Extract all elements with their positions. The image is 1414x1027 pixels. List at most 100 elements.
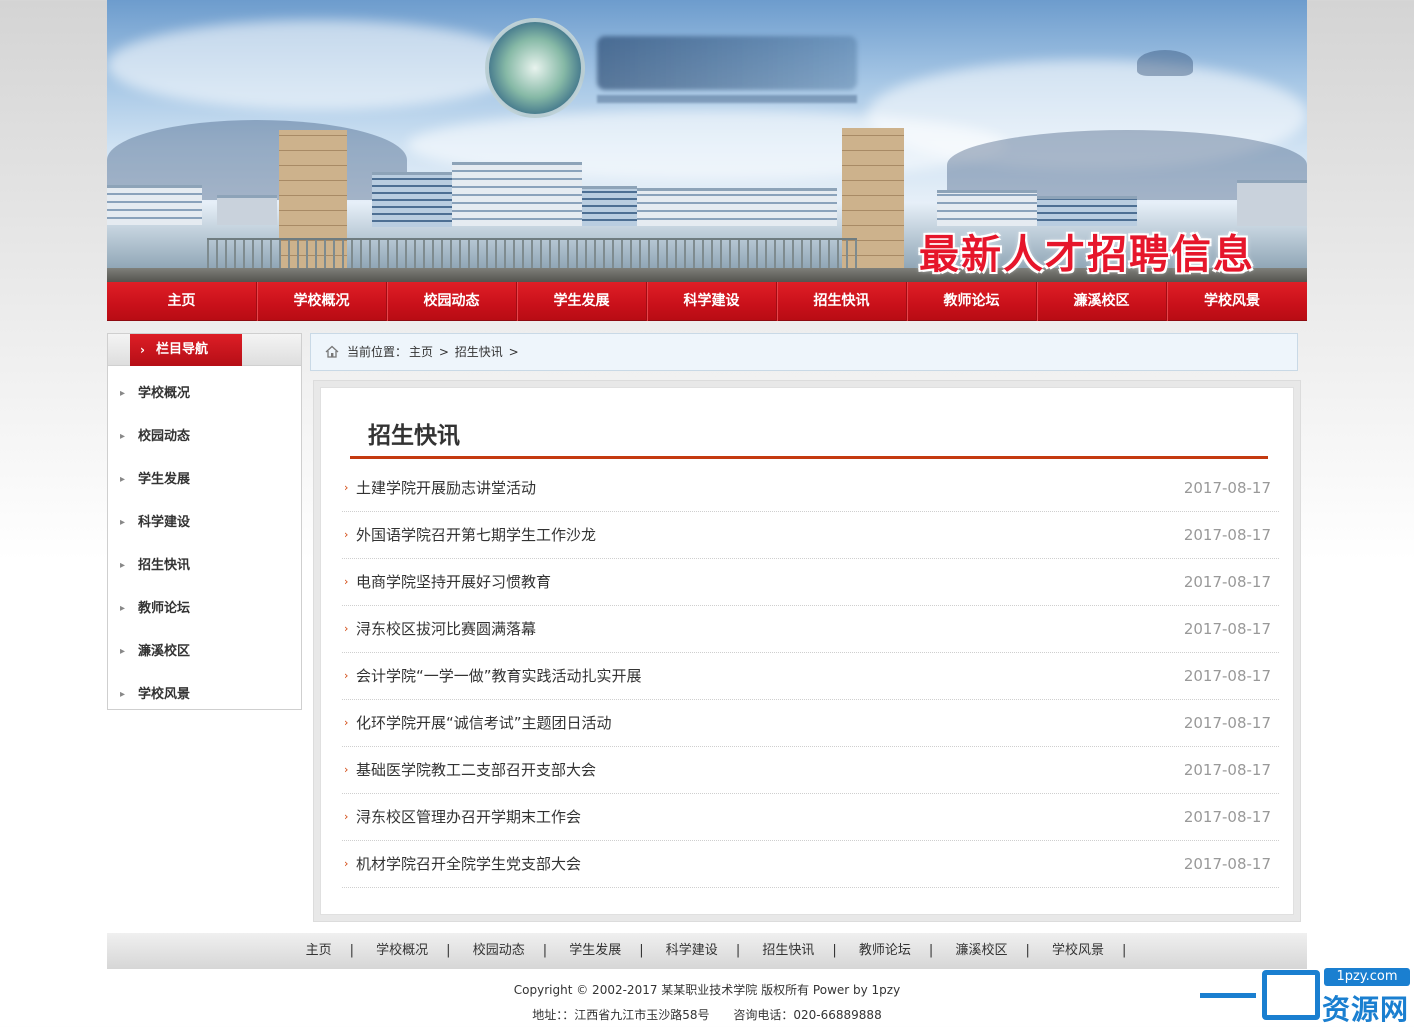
- footer-separator: |: [639, 943, 644, 958]
- sidebar-header: › 栏目导航: [108, 334, 301, 366]
- building-graphic: [107, 185, 202, 225]
- sidebar-item-admissions-news[interactable]: ▸ 招生快讯: [108, 544, 301, 587]
- footer-separator: |: [1025, 943, 1030, 958]
- arrow-bullet-icon: ›: [344, 622, 349, 635]
- sidebar-title: 栏目导航: [156, 342, 209, 357]
- nav-item-science-construction[interactable]: 科学建设: [647, 282, 777, 321]
- news-title-link[interactable]: 土建学院开展励志讲堂活动: [356, 479, 536, 497]
- nav-item-admissions-news[interactable]: 招生快讯: [777, 282, 907, 321]
- footer-link-teacher-forum[interactable]: 教师论坛: [841, 943, 929, 958]
- building-graphic: [937, 190, 1037, 226]
- arrow-bullet-icon: ▸: [120, 560, 126, 571]
- phone-text: 咨询电话：020-66889888: [733, 1008, 882, 1022]
- sidebar-item-label: 学生发展: [138, 472, 191, 487]
- footer-link-science-construction[interactable]: 科学建设: [648, 943, 736, 958]
- sidebar: › 栏目导航 ▸ 学校概况 ▸ 校园动态 ▸ 学生发展 ▸ 科学建设 ▸ 招生快讯 ▸ 教师…: [107, 333, 302, 710]
- sidebar-item-label: 濂溪校区: [138, 644, 191, 659]
- building-graphic: [372, 172, 452, 227]
- arrow-bullet-icon: ›: [344, 857, 349, 870]
- news-title-link[interactable]: 外国语学院召开第七期学生工作沙龙: [356, 526, 596, 544]
- footer-link-admissions-news[interactable]: 招生快讯: [744, 943, 832, 958]
- nav-item-lianxi-campus[interactable]: 濂溪校区: [1037, 282, 1167, 321]
- school-name-logo: [597, 36, 857, 90]
- footer-link-school-overview[interactable]: 学校概况: [358, 943, 446, 958]
- address-text: 地址：：江西省九江市玉沙路58号: [532, 1008, 710, 1022]
- sidebar-menu: ▸ 学校概况 ▸ 校园动态 ▸ 学生发展 ▸ 科学建设 ▸ 招生快讯 ▸ 教师论坛 ▸ 濂溪校…: [108, 366, 301, 716]
- gate-fence: [207, 238, 857, 268]
- news-date: 2017-08-17: [1183, 620, 1271, 638]
- logo-subtitle-graphic: [597, 95, 857, 103]
- sidebar-item-label: 学校概况: [138, 386, 191, 401]
- sidebar-item-label: 教师论坛: [138, 601, 191, 616]
- sidebar-item-science-construction[interactable]: ▸ 科学建设: [108, 501, 301, 544]
- news-title-link[interactable]: 浔东校区管理办召开学期末工作会: [356, 808, 581, 826]
- arrow-bullet-icon: ▸: [120, 646, 126, 657]
- news-date: 2017-08-17: [1183, 808, 1271, 826]
- list-item: › 基础医学院教工二支部召开支部大会 2017-08-17: [342, 747, 1279, 794]
- sidebar-item-teacher-forum[interactable]: ▸ 教师论坛: [108, 587, 301, 630]
- news-title-link[interactable]: 基础医学院教工二支部召开支部大会: [356, 761, 596, 779]
- arrow-bullet-icon: ▸: [120, 517, 126, 528]
- building-graphic: [217, 195, 277, 225]
- nav-item-campus-news[interactable]: 校园动态: [387, 282, 517, 321]
- sidebar-item-campus-news[interactable]: ▸ 校园动态: [108, 415, 301, 458]
- header-banner: 最新人才招聘信息: [107, 0, 1307, 282]
- news-title-link[interactable]: 化环学院开展“诚信考试”主题团日活动: [356, 714, 612, 732]
- list-item: › 电商学院坚持开展好习惯教育 2017-08-17: [342, 559, 1279, 606]
- breadcrumb-separator: >: [438, 345, 449, 359]
- news-date: 2017-08-17: [1183, 714, 1271, 732]
- sidebar-item-student-development[interactable]: ▸ 学生发展: [108, 458, 301, 501]
- title-divider: [350, 456, 1268, 459]
- footer-separator: |: [735, 943, 741, 958]
- recruitment-slogan: 最新人才招聘信息: [919, 232, 1255, 278]
- news-date: 2017-08-17: [1183, 573, 1271, 591]
- list-item: › 土建学院开展励志讲堂活动 2017-08-17: [342, 465, 1279, 512]
- footer-separator: |: [832, 943, 837, 958]
- building-graphic: [452, 162, 582, 226]
- arrow-bullet-icon: ›: [344, 763, 349, 776]
- arrow-bullet-icon: ›: [344, 575, 349, 588]
- footer-separator: |: [349, 943, 355, 958]
- watermark-url: 1pzy.com: [1324, 968, 1410, 986]
- news-title-link[interactable]: 电商学院坚持开展好习惯教育: [356, 573, 551, 591]
- news-title-link[interactable]: 机材学院召开全院学生党支部大会: [356, 855, 581, 873]
- chevron-right-icon: ›: [140, 343, 145, 357]
- news-title-link[interactable]: 浔东校区拔河比赛圆满落幕: [356, 620, 536, 638]
- arrow-bullet-icon: ▸: [120, 431, 126, 442]
- news-date: 2017-08-17: [1183, 855, 1271, 873]
- footer-link-home[interactable]: 主页: [288, 943, 350, 958]
- content-inner: 招生快讯 › 土建学院开展励志讲堂活动 2017-08-17 › 外国语学院召开第七期…: [320, 387, 1294, 915]
- island-graphic: [1137, 50, 1193, 76]
- arrow-bullet-icon: ›: [344, 481, 349, 494]
- breadcrumb: 当前位置： 主页 > 招生快讯 >: [310, 333, 1298, 371]
- nav-item-school-overview[interactable]: 学校概况: [257, 282, 387, 321]
- nav-item-student-development[interactable]: 学生发展: [517, 282, 647, 321]
- footer-separator: |: [542, 943, 548, 958]
- breadcrumb-link-admissions[interactable]: 招生快讯: [455, 345, 503, 359]
- school-emblem-logo: [485, 18, 585, 118]
- nav-item-home[interactable]: 主页: [107, 282, 257, 321]
- footer-link-campus-news[interactable]: 校园动态: [455, 943, 543, 958]
- news-date: 2017-08-17: [1183, 667, 1271, 685]
- watermark-box: [1262, 970, 1320, 1020]
- nav-item-teacher-forum[interactable]: 教师论坛: [907, 282, 1037, 321]
- contact-info: 地址：：江西省九江市玉沙路58号 咨询电话：020-66889888: [107, 1006, 1307, 1023]
- arrow-bullet-icon: ›: [344, 716, 349, 729]
- sidebar-item-school-scenery[interactable]: ▸ 学校风景: [108, 673, 301, 716]
- sidebar-item-lianxi-campus[interactable]: ▸ 濂溪校区: [108, 630, 301, 673]
- arrow-bullet-icon: ›: [344, 810, 349, 823]
- building-graphic: [582, 186, 637, 226]
- sidebar-item-school-overview[interactable]: ▸ 学校概况: [108, 372, 301, 415]
- watermark-logo: 1pzy.com 资源网: [1198, 968, 1412, 1026]
- arrow-bullet-icon: ›: [344, 669, 349, 682]
- page-title: 招生快讯: [368, 423, 460, 449]
- footer-link-lianxi-campus[interactable]: 濂溪校区: [937, 943, 1025, 958]
- footer-link-student-development[interactable]: 学生发展: [551, 943, 639, 958]
- breadcrumb-label: 当前位置：: [347, 345, 408, 359]
- footer-link-school-scenery[interactable]: 学校风景: [1034, 943, 1122, 958]
- news-date: 2017-08-17: [1183, 761, 1271, 779]
- news-title-link[interactable]: 会计学院“一学一做”教育实践活动扎实开展: [356, 667, 642, 685]
- sidebar-item-label: 招生快讯: [138, 558, 191, 573]
- nav-item-school-scenery[interactable]: 学校风景: [1167, 282, 1297, 321]
- breadcrumb-link-home[interactable]: 主页: [409, 345, 433, 359]
